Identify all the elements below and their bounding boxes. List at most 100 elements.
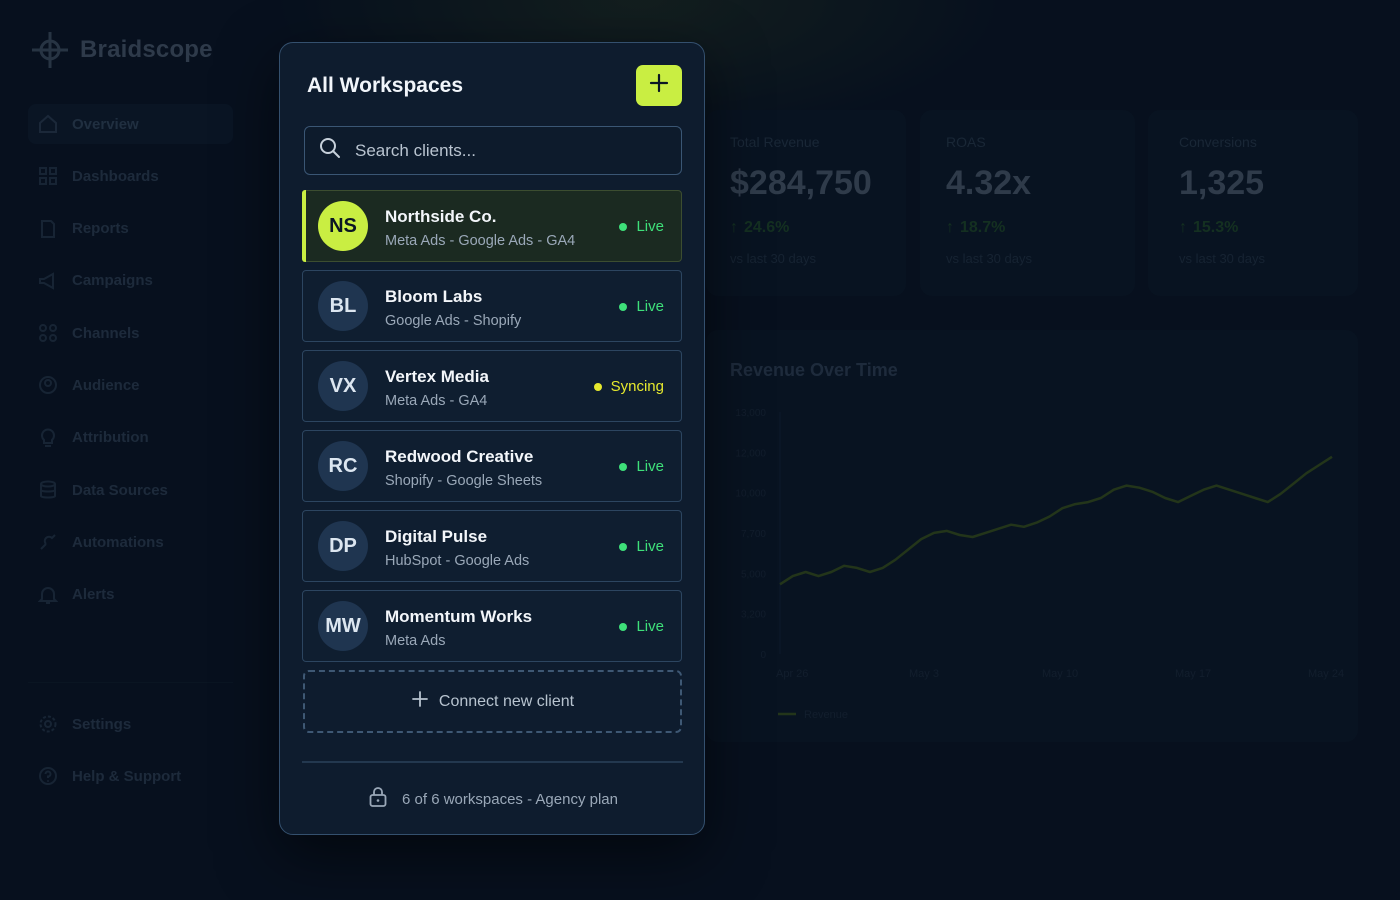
database-icon [38, 480, 58, 500]
sidebar-item-alerts[interactable]: Alerts [28, 575, 233, 615]
client-item-digital-pulse[interactable]: DP Digital Pulse HubSpot - Google Ads Li… [302, 510, 682, 582]
sidebar-item-data-sources[interactable]: Data Sources [28, 470, 233, 510]
sidebar-nav: Overview Dashboards Reports Campaigns Ch… [28, 104, 233, 627]
stat-change: ↑ 18.7% [946, 219, 1115, 237]
arrow-up-icon: ↑ [1179, 219, 1187, 236]
sidebar-item-label: Alerts [72, 586, 115, 604]
status-dot [619, 462, 628, 471]
sidebar-item-label: Reports [72, 220, 129, 238]
revenue-chart-card: Revenue Over Time 13,000 12,000 10,000 7,70… [706, 330, 1358, 742]
x-tick-label: May 10 [1042, 668, 1078, 680]
stat-label: Total Revenue [730, 134, 820, 150]
sidebar-item-channels[interactable]: Channels [28, 313, 233, 353]
connect-new-client-button[interactable]: Connect new client [303, 670, 682, 733]
client-name: Bloom Labs [385, 287, 483, 306]
sidebar-item-label: Overview [72, 115, 139, 133]
stat-change: ↑ 15.3% [1179, 219, 1338, 237]
arrow-up-icon: ↑ [946, 219, 954, 236]
add-workspace-button[interactable] [636, 65, 682, 106]
sidebar-item-automations[interactable]: Automations [28, 522, 233, 562]
status-text: Live [636, 618, 664, 635]
stat-value: 4.32x [946, 164, 1032, 202]
client-name: Northside Co. [385, 207, 497, 226]
sidebar-item-label: Automations [72, 533, 164, 551]
divider [302, 761, 683, 763]
sidebar-item-label: Data Sources [72, 481, 168, 499]
revenue-chart: 13,000 12,000 10,000 7,700 5,000 3,200 0 Apr 26… [735, 408, 1344, 721]
status-text: Live [636, 218, 664, 235]
sidebar-item-audience[interactable]: Audience [28, 365, 233, 405]
stat-change: ↑ 24.6% [730, 219, 886, 237]
client-item-momentum-works[interactable]: MW Momentum Works Meta Ads Live [302, 590, 682, 662]
search-input[interactable] [355, 140, 655, 161]
sidebar-item-dashboards[interactable]: Dashboards [28, 156, 233, 196]
x-tick-label: Apr 26 [776, 668, 808, 680]
stat-sub: vs last 30 days [946, 251, 1032, 266]
sidebar-item-label: Channels [72, 324, 140, 342]
sidebar-item-label: Settings [72, 715, 132, 733]
channels-icon [38, 323, 58, 343]
plus-icon [649, 73, 669, 98]
sidebar-item-help[interactable]: Help & Support [28, 756, 233, 796]
popover-title: All Workspaces [307, 74, 464, 97]
sidebar-item-campaigns[interactable]: Campaigns [28, 261, 233, 301]
y-tick-label: 13,000 [735, 408, 766, 419]
brand-name: Braidscope [80, 36, 213, 63]
grid-icon [38, 166, 58, 186]
plan-footer: 6 of 6 workspaces - Agency plan [280, 786, 706, 812]
y-tick-label: 12,000 [735, 448, 766, 459]
sidebar-divider [28, 682, 233, 683]
sidebar-item-label: Audience [72, 376, 140, 394]
client-item-vertex-media[interactable]: VX Vertex Media Meta Ads - GA4 Syncing [302, 350, 682, 422]
bulb-icon [38, 428, 58, 448]
client-list: NS Northside Co. Meta Ads - Google Ads -… [302, 190, 682, 670]
status-text: Syncing [610, 378, 664, 395]
workspace-switcher-popover: All Workspaces NS Northside Co. Meta Ads… [279, 42, 705, 835]
sidebar-item-overview[interactable]: Overview [28, 104, 233, 144]
status-badge: Live [619, 538, 664, 555]
stat-value: 1,325 [1179, 164, 1265, 202]
client-sources: Google Ads - Shopify [385, 313, 522, 329]
stat-label: Conversions [1179, 134, 1257, 150]
search-box[interactable] [304, 126, 682, 175]
client-item-northside[interactable]: NS Northside Co. Meta Ads - Google Ads -… [302, 190, 682, 262]
status-dot [619, 302, 628, 311]
document-icon [38, 219, 58, 239]
status-badge: Syncing [593, 378, 664, 395]
sidebar-item-label: Help & Support [72, 767, 182, 785]
client-name: Vertex Media [385, 367, 489, 386]
stat-card-revenue: Total Revenue $284,750 ↑ 24.6% vs last 3… [706, 110, 906, 296]
status-badge: Live [619, 298, 664, 315]
stat-sub: vs last 30 days [1179, 251, 1265, 266]
brand: Braidscope [30, 30, 213, 70]
plan-text: 6 of 6 workspaces - Agency plan [402, 790, 618, 808]
y-tick-label: 7,700 [741, 529, 766, 540]
revenue-series-line [779, 455, 1333, 586]
y-tick-label: 3,200 [741, 610, 766, 621]
client-name: Digital Pulse [385, 527, 488, 546]
avatar: RC [318, 441, 368, 491]
bell-icon [38, 585, 58, 605]
arrow-up-icon: ↑ [730, 219, 738, 236]
avatar: DP [318, 521, 368, 571]
sidebar-item-settings[interactable]: Settings [28, 704, 233, 744]
client-sources: Meta Ads [385, 633, 446, 649]
gear-icon [38, 714, 58, 734]
avatar: MW [318, 601, 368, 651]
avatar: NS [318, 201, 368, 251]
home-icon [38, 114, 58, 134]
status-dot [619, 222, 628, 231]
sidebar-item-attribution[interactable]: Attribution [28, 418, 233, 458]
y-tick-label: 5,000 [741, 569, 766, 580]
client-name: Redwood Creative [385, 447, 534, 466]
stat-sub: vs last 30 days [730, 251, 816, 266]
y-tick-label: 10,000 [735, 489, 766, 500]
lock-icon [368, 786, 388, 812]
client-sources: Meta Ads - GA4 [385, 393, 488, 409]
status-badge: Live [619, 218, 664, 235]
client-item-bloom-labs[interactable]: BL Bloom Labs Google Ads - Shopify Live [302, 270, 682, 342]
stat-value: $284,750 [730, 164, 872, 202]
stat-change-value: 18.7% [960, 219, 1006, 236]
sidebar-item-reports[interactable]: Reports [28, 209, 233, 249]
client-item-redwood-creative[interactable]: RC Redwood Creative Shopify - Google She… [302, 430, 682, 502]
